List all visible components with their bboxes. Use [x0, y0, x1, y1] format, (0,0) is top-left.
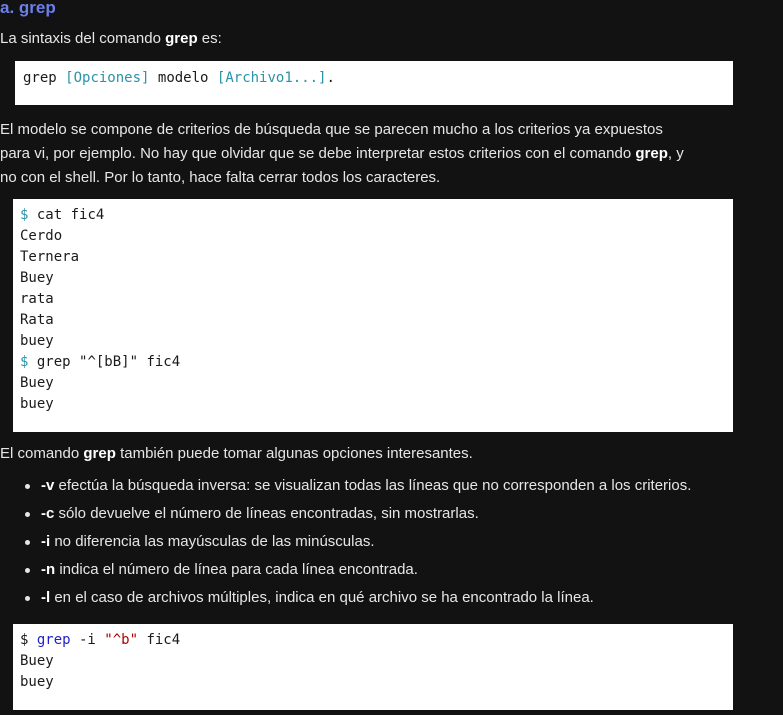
example2-code-block: $ grep -i "^b" fic4 Buey buey [13, 624, 733, 710]
options-intro-pre: El comando [0, 445, 84, 462]
option-item: -i no diferencia las mayúsculas de las m… [22, 528, 691, 556]
section-heading: a. grep [0, 0, 56, 17]
syntax-intro: La sintaxis del comando grep es: [0, 27, 222, 51]
options-list: -v efectúa la búsqueda inversa: se visua… [22, 472, 691, 612]
bullet-icon [25, 540, 30, 545]
model-paragraph-line3: no con el shell. Por lo tanto, hace falt… [0, 169, 441, 186]
syntax-files: [Archivo1...] [216, 70, 327, 86]
bullet-icon [25, 596, 30, 601]
code-line: Buey [20, 375, 54, 391]
bullet-icon [25, 568, 30, 573]
syntax-command: grep [23, 70, 57, 86]
code-line: buey [20, 396, 54, 412]
code-line: $ grep "^[bB]" fic4 [20, 354, 181, 370]
model-paragraph-line2-post: , y [667, 145, 684, 162]
syntax-intro-post: es: [197, 30, 222, 47]
code-file: fic4 [138, 632, 181, 648]
code-line: Buey [20, 653, 54, 669]
code-line: $ cat fic4 [20, 207, 105, 223]
model-paragraph-line2-pre: para vi, por ejemplo. No hay que olvidar… [0, 145, 636, 162]
code-line: Rata [20, 312, 54, 328]
option-description: indica el número de línea para cada líne… [55, 561, 418, 578]
option-flag: -c [41, 505, 55, 522]
syntax-code-line: grep [Opciones] modelo [Archivo1...]. [23, 68, 733, 89]
code-line: rata [20, 291, 54, 307]
options-intro-post: también puede tomar algunas opciones int… [115, 445, 473, 462]
syntax-end: . [326, 70, 335, 86]
option-item: -n indica el número de línea para cada l… [22, 556, 691, 584]
code-line: Buey [20, 270, 54, 286]
code-pattern: "^b" [104, 632, 139, 648]
code-command: grep [36, 632, 71, 648]
syntax-model: modelo [157, 70, 209, 86]
option-flag: -i [41, 533, 51, 550]
option-description: en el caso de archivos múltiples, indica… [50, 589, 594, 606]
bullet-icon [25, 512, 30, 517]
option-item: -l en el caso de archivos múltiples, ind… [22, 584, 691, 612]
prompt-symbol: $ [20, 632, 37, 648]
code-line: buey [20, 333, 54, 349]
option-description: no diferencia las mayúsculas de las minú… [50, 533, 375, 550]
example1-code-block: $ cat fic4 Cerdo Ternera Buey rata Rata … [13, 199, 733, 432]
model-paragraph-command: grep [635, 145, 668, 162]
model-paragraph-line1: El modelo se compone de criterios de bús… [0, 121, 663, 138]
option-description: efectúa la búsqueda inversa: se visualiz… [54, 477, 692, 494]
option-item: -v efectúa la búsqueda inversa: se visua… [22, 472, 691, 500]
syntax-intro-pre: La sintaxis del comando [0, 30, 166, 47]
code-line: Cerdo [20, 228, 63, 244]
code-line: buey [20, 674, 54, 690]
option-flag: -n [41, 561, 56, 578]
bullet-icon [25, 484, 30, 489]
options-intro: El comando grep también puede tomar algu… [0, 442, 473, 466]
option-flag: -l [41, 589, 51, 606]
syntax-intro-command: grep [165, 30, 198, 47]
syntax-options: [Opciones] [65, 70, 150, 86]
code-line: Ternera [20, 249, 80, 265]
model-paragraph: El modelo se compone de criterios de bús… [0, 118, 783, 190]
option-item: -c sólo devuelve el número de líneas enc… [22, 500, 691, 528]
syntax-code-block: grep [Opciones] modelo [Archivo1...]. [15, 61, 733, 105]
option-description: sólo devuelve el número de líneas encont… [54, 505, 479, 522]
code-line: $ grep -i "^b" fic4 [20, 630, 733, 651]
option-flag: -v [41, 477, 55, 494]
options-intro-command: grep [83, 445, 116, 462]
code-flag: -i [70, 632, 105, 648]
